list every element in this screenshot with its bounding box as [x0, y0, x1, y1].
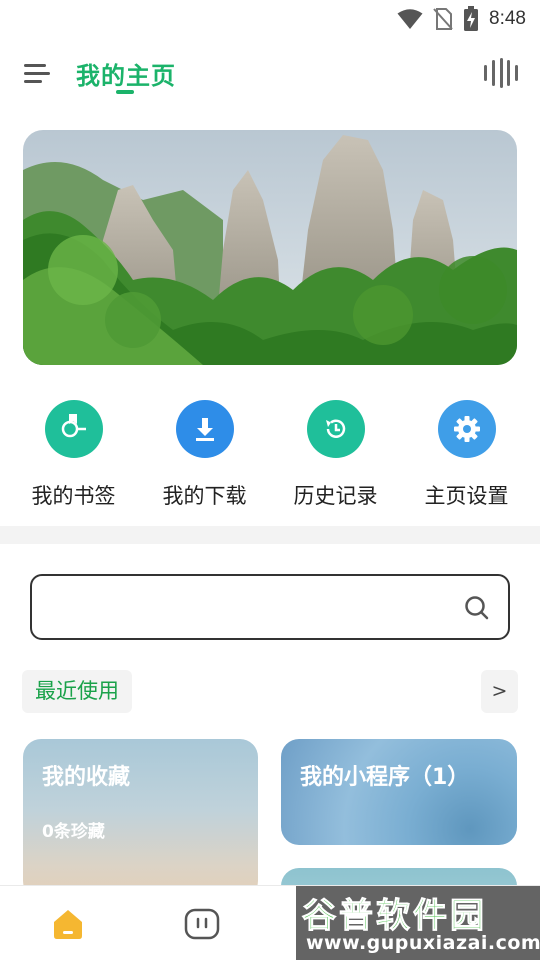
- search-box[interactable]: [30, 574, 510, 640]
- recent-tab[interactable]: 最近使用: [22, 670, 132, 713]
- title-indicator: [116, 90, 134, 94]
- home-settings-button[interactable]: 主页设置: [401, 400, 532, 520]
- downloads-button[interactable]: 我的下载: [139, 400, 270, 520]
- bookmark-icon: [44, 400, 103, 458]
- battery-charging-icon: [464, 6, 479, 31]
- search-icon[interactable]: [464, 595, 490, 621]
- more-button[interactable]: >: [481, 670, 518, 713]
- favorites-card[interactable]: 我的收藏 0条珍藏: [23, 739, 258, 899]
- mini-programs-card[interactable]: 我的小程序（1）: [281, 739, 517, 845]
- bookmarks-button[interactable]: 我的书签: [8, 400, 139, 520]
- quick-actions: 我的书签 我的下载 历史记录 主页设置: [0, 400, 540, 520]
- search-input[interactable]: [46, 576, 456, 638]
- watermark: 谷普软件园 www.gupuxiazai.com: [296, 886, 540, 960]
- watermark-text: 谷普软件园: [302, 896, 487, 937]
- app-header: 我的主页: [0, 48, 540, 104]
- banner-image[interactable]: [23, 130, 517, 365]
- downloads-label: 我的下载: [162, 484, 247, 508]
- history-label: 历史记录: [293, 484, 378, 508]
- download-icon: [175, 400, 234, 458]
- page-title: 我的主页: [76, 62, 176, 90]
- watermark-url: www.gupuxiazai.com: [306, 932, 540, 954]
- no-sim-icon: [433, 8, 453, 30]
- history-button[interactable]: 历史记录: [270, 400, 401, 520]
- wifi-icon: [397, 9, 423, 29]
- home-settings-label: 主页设置: [424, 484, 509, 508]
- favorites-title: 我的收藏: [42, 765, 131, 790]
- menu-icon[interactable]: [22, 58, 54, 90]
- bookmarks-label: 我的书签: [31, 484, 116, 508]
- gear-icon: [437, 400, 496, 458]
- mini-programs-title: 我的小程序（1）: [300, 765, 470, 790]
- home-icon[interactable]: [50, 906, 86, 942]
- voice-icon[interactable]: [484, 58, 518, 88]
- section-divider: [0, 526, 540, 544]
- history-icon: [306, 400, 365, 458]
- status-bar: 8:48: [0, 0, 540, 36]
- chat-icon[interactable]: [184, 908, 220, 940]
- favorites-count: 0条珍藏: [42, 822, 105, 842]
- status-time: 8:48: [489, 8, 526, 29]
